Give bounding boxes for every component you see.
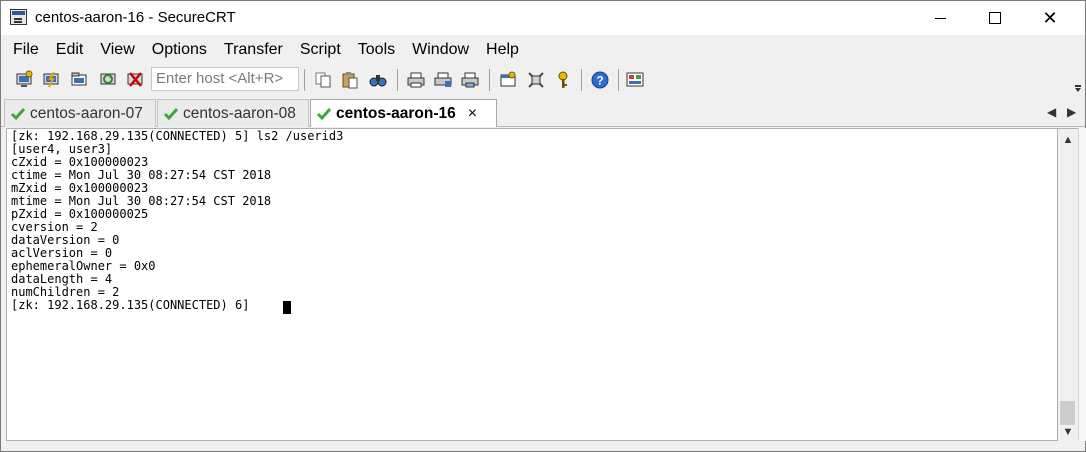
menu-bar: File Edit View Options Transfer Script T… xyxy=(1,37,1085,63)
paste-icon[interactable] xyxy=(340,70,360,90)
menu-script[interactable]: Script xyxy=(298,41,343,59)
close-icon: ✕ xyxy=(1042,8,1058,28)
tab-centos-aaron-16[interactable]: centos-aaron-16 × xyxy=(310,99,497,127)
toolbar-separator xyxy=(489,69,490,91)
maximize-button[interactable] xyxy=(967,1,1023,35)
securecrt-window: centos-aaron-16 - SecureCRT ✕ File Edit … xyxy=(0,0,1086,452)
session-options-icon[interactable] xyxy=(498,70,518,90)
key-agent-icon[interactable] xyxy=(553,70,573,90)
tab-scroll-left-icon[interactable]: ◀ xyxy=(1047,105,1056,119)
window-edge xyxy=(1078,128,1086,441)
menu-file[interactable]: File xyxy=(11,41,41,59)
app-icon xyxy=(10,9,27,25)
menu-tools[interactable]: Tools xyxy=(356,41,397,59)
title-bar[interactable]: centos-aaron-16 - SecureCRT ✕ xyxy=(1,1,1085,35)
print-setup-icon[interactable] xyxy=(433,70,453,90)
menu-view[interactable]: View xyxy=(98,41,136,59)
toolbar-separator xyxy=(581,69,582,91)
connect-tab-icon[interactable] xyxy=(69,70,89,90)
tab-label: centos-aaron-07 xyxy=(30,104,143,122)
terminal-scrollbar[interactable]: ▲ ▼ xyxy=(1058,128,1078,441)
terminal-prompt-line: [zk: 192.168.29.135(CONNECTED) 6] xyxy=(11,298,257,312)
reconnect-icon[interactable] xyxy=(98,70,118,90)
print-screen-icon[interactable] xyxy=(460,70,480,90)
menu-edit[interactable]: Edit xyxy=(54,41,86,59)
quick-connect-icon[interactable] xyxy=(41,70,61,90)
tab-label: centos-aaron-08 xyxy=(183,104,296,122)
menu-options[interactable]: Options xyxy=(150,41,209,59)
tab-centos-aaron-08[interactable]: centos-aaron-08 xyxy=(157,99,309,127)
close-button[interactable]: ✕ xyxy=(1022,1,1078,35)
svg-text:?: ? xyxy=(596,74,603,88)
find-icon[interactable] xyxy=(368,70,388,90)
terminal-area[interactable]: [zk: 192.168.29.135(CONNECTED) 5] ls2 /u… xyxy=(6,128,1058,441)
menu-window[interactable]: Window xyxy=(410,41,471,59)
connected-check-icon xyxy=(10,107,26,120)
menu-help[interactable]: Help xyxy=(484,41,521,59)
terminal-cursor xyxy=(283,301,291,314)
copy-icon[interactable] xyxy=(313,70,333,90)
sftp-icon[interactable] xyxy=(625,70,645,90)
scroll-up-icon[interactable]: ▲ xyxy=(1058,131,1078,149)
connected-check-icon xyxy=(163,107,179,120)
keymap-icon[interactable] xyxy=(526,70,546,90)
enter-host-field[interactable]: Enter host <Alt+R> xyxy=(151,67,299,91)
toolbar-separator xyxy=(397,69,398,91)
menu-transfer[interactable]: Transfer xyxy=(222,41,285,59)
minimize-button[interactable] xyxy=(912,1,968,35)
maximize-icon xyxy=(989,12,1001,24)
toolbar-grip-icon[interactable] xyxy=(1074,71,1082,93)
help-icon[interactable]: ? xyxy=(590,70,610,90)
print-icon[interactable] xyxy=(406,70,426,90)
connected-check-icon xyxy=(316,107,332,120)
toolbar-separator xyxy=(304,69,305,91)
scroll-down-icon[interactable]: ▼ xyxy=(1058,423,1078,441)
window-title: centos-aaron-16 - SecureCRT xyxy=(35,9,236,26)
tab-scroll-right-icon[interactable]: ▶ xyxy=(1067,105,1076,119)
disconnect-icon[interactable] xyxy=(125,70,145,90)
connect-icon[interactable] xyxy=(14,70,34,90)
minimize-icon xyxy=(934,17,946,19)
toolbar-separator xyxy=(618,69,619,91)
tab-label: centos-aaron-16 xyxy=(336,104,456,122)
tab-close-icon[interactable]: × xyxy=(468,105,477,123)
scroll-thumb[interactable] xyxy=(1060,401,1075,425)
tab-centos-aaron-07[interactable]: centos-aaron-07 xyxy=(4,99,156,127)
